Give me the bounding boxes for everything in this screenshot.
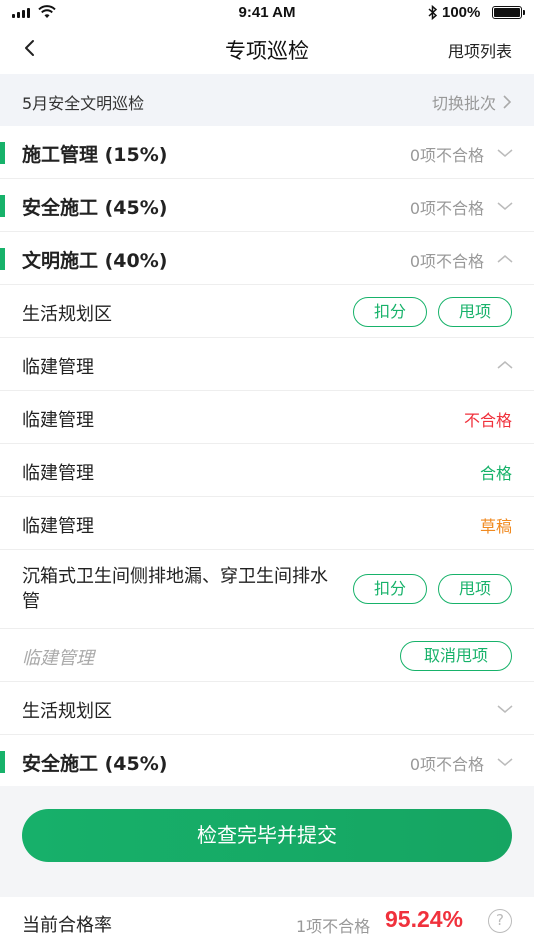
item-label: 临建管理 bbox=[22, 648, 94, 669]
section-construction-management[interactable]: 施工管理 (15%) 0项不合格 bbox=[0, 126, 534, 179]
fail-count: 0项不合格 bbox=[409, 199, 484, 218]
chevron-right-icon bbox=[503, 95, 512, 109]
status-qualified: 合格 bbox=[479, 464, 512, 483]
help-icon[interactable]: ? bbox=[488, 909, 512, 933]
action-area: 检查完毕并提交 bbox=[0, 786, 534, 897]
section-civilized-construction[interactable]: 文明施工 (40%) 0项不合格 bbox=[0, 232, 534, 285]
cancel-skip-button[interactable]: 取消甩项 bbox=[400, 641, 512, 671]
switch-batch-button[interactable]: 切换批次 bbox=[432, 90, 512, 114]
batch-bar: 5月安全文明巡检 切换批次 bbox=[0, 74, 534, 126]
chevron-down-icon bbox=[497, 202, 513, 210]
deduct-button[interactable]: 扣分 bbox=[353, 297, 427, 327]
group-label: 临建管理 bbox=[22, 357, 94, 378]
battery-percent: 100% bbox=[442, 4, 481, 21]
section-label: 施工管理 (15%) bbox=[22, 144, 168, 166]
fail-count: 0项不合格 bbox=[409, 252, 484, 271]
item-label: 临建管理 bbox=[22, 463, 94, 484]
item-label: 沉箱式卫生间侧排地漏、穿卫生间排水管 bbox=[22, 566, 328, 612]
deduct-button[interactable]: 扣分 bbox=[353, 574, 427, 604]
item-label: 临建管理 bbox=[22, 410, 94, 431]
chevron-down-icon bbox=[497, 149, 513, 157]
skip-button[interactable]: 甩项 bbox=[438, 297, 512, 327]
batch-title: 5月安全文明巡检 bbox=[22, 94, 145, 113]
switch-batch-label: 切换批次 bbox=[431, 94, 496, 113]
pass-rate-value: 95.24% bbox=[385, 906, 464, 932]
bluetooth-icon bbox=[428, 5, 438, 20]
battery-icon bbox=[492, 6, 525, 19]
status-bar: 9:41 AM 100% bbox=[0, 0, 534, 26]
footer-summary: 当前合格率 1项不合格 95.24% ? bbox=[0, 897, 534, 950]
list-item: 沉箱式卫生间侧排地漏、穿卫生间排水管 扣分 甩项 bbox=[0, 550, 534, 629]
item-label: 临建管理 bbox=[22, 516, 94, 537]
section-marker bbox=[0, 248, 5, 270]
list-item[interactable]: 临建管理 合格 bbox=[0, 444, 534, 497]
item-label: 生活规划区 bbox=[22, 304, 112, 325]
skip-list-link[interactable]: 甩项列表 bbox=[448, 38, 512, 62]
list-item[interactable]: 临建管理 草稿 bbox=[0, 497, 534, 550]
pass-rate-label: 当前合格率 bbox=[22, 915, 112, 936]
chevron-up-icon bbox=[497, 255, 513, 263]
group-living-area[interactable]: 生活规划区 bbox=[0, 682, 534, 735]
group-temporary-construction[interactable]: 临建管理 bbox=[0, 338, 534, 391]
section-marker bbox=[0, 142, 5, 164]
section-label: 安全施工 (45%) bbox=[22, 753, 168, 775]
fail-count: 0项不合格 bbox=[409, 146, 484, 165]
section-safety-construction[interactable]: 安全施工 (45%) 0项不合格 bbox=[0, 735, 534, 788]
skip-button[interactable]: 甩项 bbox=[438, 574, 512, 604]
list-item[interactable]: 临建管理 不合格 bbox=[0, 391, 534, 444]
section-label: 文明施工 (40%) bbox=[22, 250, 168, 272]
section-marker bbox=[0, 195, 5, 217]
fail-count: 0项不合格 bbox=[409, 755, 484, 774]
chevron-up-icon bbox=[497, 361, 513, 369]
nav-bar: 专项巡检 甩项列表 bbox=[0, 26, 534, 72]
group-label: 生活规划区 bbox=[22, 701, 112, 722]
chevron-down-icon bbox=[497, 758, 513, 766]
status-draft: 草稿 bbox=[479, 517, 512, 536]
status-unqualified: 不合格 bbox=[463, 411, 512, 430]
fail-count-summary: 1项不合格 bbox=[296, 917, 371, 936]
section-marker bbox=[0, 751, 5, 773]
section-safety-construction[interactable]: 安全施工 (45%) 0项不合格 bbox=[0, 179, 534, 232]
list-item-skipped: 临建管理 取消甩项 bbox=[0, 629, 534, 682]
submit-button[interactable]: 检查完毕并提交 bbox=[22, 809, 512, 862]
list-item: 生活规划区 扣分 甩项 bbox=[0, 285, 534, 338]
chevron-down-icon bbox=[497, 705, 513, 713]
section-label: 安全施工 (45%) bbox=[22, 197, 168, 219]
